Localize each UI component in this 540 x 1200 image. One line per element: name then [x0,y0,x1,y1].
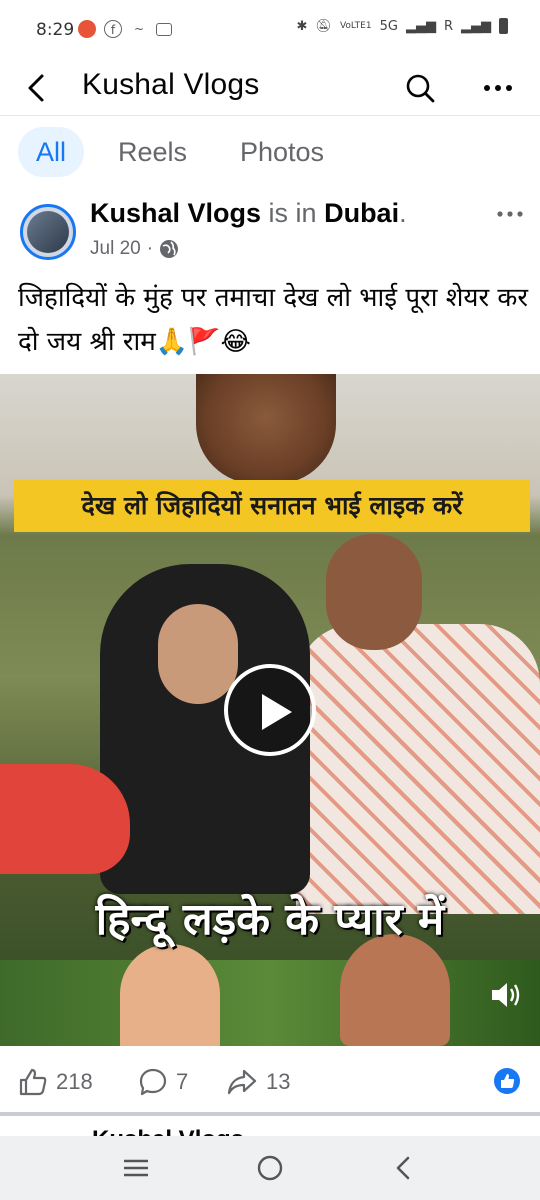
network-label: 5G [379,18,398,34]
recents-button[interactable] [118,1150,154,1186]
comment-icon [139,1068,167,1096]
post-meta: Jul 20 · [90,238,179,260]
post-actions: 218 7 13 [0,1046,540,1116]
post-more-button[interactable] [492,202,528,226]
share-count: 13 [266,1069,291,1094]
search-button[interactable] [402,70,438,106]
system-icons: ✱ 🔕︎ VoLTE1 5G ▂▄▆ R ▂▄▆ [297,18,508,34]
system-back-button[interactable] [386,1150,422,1186]
globe-icon [160,240,179,258]
share-button[interactable]: 13 [226,1066,290,1098]
post-text: जिहादियों के मुंह पर तमाचा देख लो भाई पू… [18,283,528,357]
camera-icon [156,22,172,36]
notification-icons: f ~ [78,20,172,38]
signal-icon: ▂▄▆ [405,18,436,34]
play-icon [262,694,292,730]
post-date[interactable]: Jul 20 [90,238,141,260]
content-tabs: All Reels Photos [0,117,540,183]
post-author-line: Kushal Vlogs is in Dubai. [90,198,407,228]
app-notification-icon [78,20,96,38]
video-face-center [158,604,238,704]
volte-label: VoLTE1 [339,21,372,31]
chevron-left-icon [396,1156,410,1180]
speaker-icon [492,983,520,1007]
video-lower-band [0,960,540,1046]
video-hand [0,764,130,874]
post-connector: is in [268,198,317,228]
comment-count: 7 [176,1069,189,1094]
status-bar: 8:29 f ~ ✱ 🔕︎ VoLTE1 5G ▂▄▆ R ▂▄▆ [0,0,540,62]
share-icon [227,1069,257,1095]
system-nav-bar [0,1136,540,1200]
app-header: Kushal Vlogs [0,62,540,116]
facebook-icon: f [104,20,122,38]
more-dots-icon [497,211,523,217]
play-button[interactable] [224,664,316,756]
search-icon [406,74,435,103]
bluetooth-icon: ✱ [296,18,308,34]
recents-icon [124,1159,148,1177]
video-caption-top: देख लो जिहादियों सनातन भाई लाइक करें [14,480,530,532]
video-player[interactable]: देख लो जिहादियों सनातन भाई लाइक करें हिन… [0,374,540,1046]
status-time: 8:29 [36,20,75,40]
home-circle-icon [257,1155,283,1181]
mute-icon: 🔕︎ [315,18,332,34]
like-button[interactable]: 218 [18,1066,93,1098]
page-title: Kushal Vlogs [82,68,260,101]
roaming-label: R [443,18,453,34]
avatar[interactable] [20,204,76,260]
tab-reels[interactable]: Reels [118,127,187,177]
home-button[interactable] [252,1150,288,1186]
signal-icon-2: ▂▄▆ [461,18,491,34]
volume-button[interactable] [490,980,524,1010]
video-caption-bottom: हिन्दू लड़के के प्यार में [95,894,445,945]
thumbs-up-filled-icon [501,1074,515,1088]
like-reaction-badge[interactable] [494,1068,520,1094]
comment-button[interactable]: 7 [138,1066,188,1098]
battery-icon [499,18,508,34]
like-count: 218 [56,1069,93,1094]
more-options-button[interactable] [478,70,518,106]
more-dots-icon [484,85,512,91]
thumbs-up-icon [19,1068,47,1096]
back-arrow-icon [28,74,44,102]
tab-all[interactable]: All [18,127,85,177]
video-person-top [196,374,336,484]
meta-separator: · [146,238,154,259]
video-face-right [326,534,422,650]
post-location[interactable]: Dubai [324,198,399,228]
post-author[interactable]: Kushal Vlogs [90,198,261,228]
tab-photos[interactable]: Photos [240,127,324,177]
back-button[interactable] [20,68,54,108]
video-person-right [296,624,540,914]
link-icon: ~ [133,22,145,36]
